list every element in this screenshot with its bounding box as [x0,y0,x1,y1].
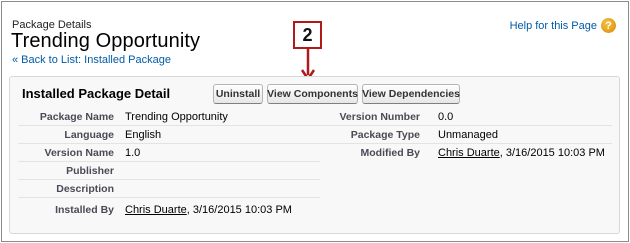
page-title: Trending Opportunity [11,30,201,52]
panel-title: Installed Package Detail [22,86,171,101]
help-icon[interactable]: ? [601,18,616,33]
field-label: Package Name [39,111,114,123]
field-label: Language [64,129,114,141]
field-version-number: Version Number 0.0 [320,108,620,126]
field-value: Chris Duarte, 3/16/2015 10:03 PM [125,204,292,216]
field-label: Modified By [360,147,421,159]
field-value: Chris Duarte, 3/16/2015 10:03 PM [438,147,605,159]
installed-package-detail-panel: Installed Package Detail Uninstall View … [9,76,620,234]
field-label: Version Name [44,147,114,159]
view-components-button[interactable]: View Components [267,84,358,104]
field-package-type: Package Type Unmanaged [320,126,620,144]
field-label: Package Type [350,129,420,141]
field-label: Version Number [339,111,420,123]
help-section[interactable]: Help for this Page ? [510,18,616,33]
field-publisher: Publisher [10,162,320,180]
field-label: Installed By [55,204,114,216]
modified-by-date: , 3/16/2015 10:03 PM [499,147,605,159]
field-language: Language English [10,126,320,144]
field-value: Trending Opportunity [125,111,228,123]
field-value: 0.0 [438,111,454,123]
help-link[interactable]: Help for this Page [510,20,597,32]
field-value: 1.0 [125,147,141,159]
field-value: Unmanaged [438,129,498,141]
field-modified-by: Modified By Chris Duarte, 3/16/2015 10:0… [320,144,620,162]
view-dependencies-button[interactable]: View Dependencies [362,84,460,104]
back-to-list-link[interactable]: « Back to List: Installed Package [12,54,171,66]
field-installed-by: Installed By Chris Duarte, 3/16/2015 10:… [10,201,320,219]
field-description: Description [10,180,320,198]
modified-by-user-link[interactable]: Chris Duarte [438,147,500,159]
field-package-name: Package Name Trending Opportunity [10,108,320,126]
callout-number-box: 2 [293,21,322,49]
screenshot-frame: Package Details Trending Opportunity « B… [1,1,629,242]
installed-by-date: , 3/16/2015 10:03 PM [186,204,292,216]
row-divider [18,197,320,198]
field-label: Publisher [66,165,114,177]
uninstall-button[interactable]: Uninstall [213,84,263,104]
field-value: English [125,129,162,141]
field-version-name: Version Name 1.0 [10,144,320,162]
field-label: Description [56,183,114,195]
installed-by-user-link[interactable]: Chris Duarte [125,204,187,216]
